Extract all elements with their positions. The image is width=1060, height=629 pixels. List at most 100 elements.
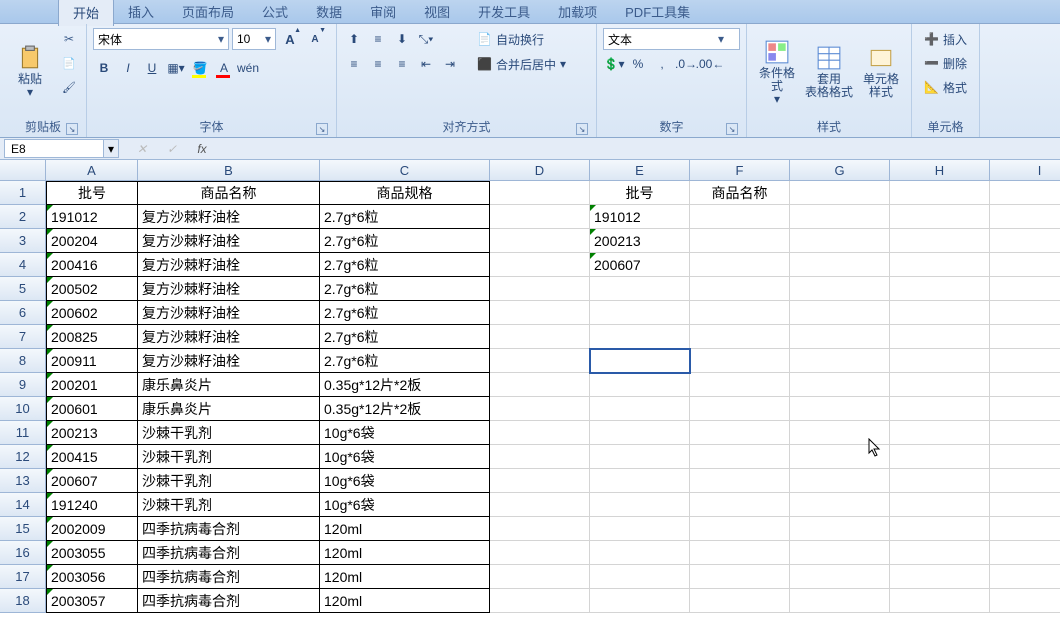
cell-A4[interactable]: 200416	[46, 253, 138, 277]
cell-E8[interactable]	[590, 349, 690, 373]
cell-D14[interactable]	[490, 493, 590, 517]
cell-E3[interactable]: 200213	[590, 229, 690, 253]
cell-C7[interactable]: 2.7g*6粒	[320, 325, 490, 349]
align-top-button[interactable]: ⬆	[343, 28, 365, 50]
cell-D1[interactable]	[490, 181, 590, 205]
paste-button[interactable]: 粘贴▾	[6, 28, 54, 116]
cell-I18[interactable]	[990, 589, 1060, 613]
cell-G13[interactable]	[790, 469, 890, 493]
cell-H5[interactable]	[890, 277, 990, 301]
cell-G4[interactable]	[790, 253, 890, 277]
fx-button[interactable]: fx	[190, 140, 214, 158]
cell-F12[interactable]	[690, 445, 790, 469]
cell-H9[interactable]	[890, 373, 990, 397]
cell-C6[interactable]: 2.7g*6粒	[320, 301, 490, 325]
cell-D6[interactable]	[490, 301, 590, 325]
cell-B11[interactable]: 沙棘干乳剂	[138, 421, 320, 445]
cell-B1[interactable]: 商品名称	[138, 181, 320, 205]
formula-input[interactable]	[220, 140, 1060, 158]
cell-B10[interactable]: 康乐鼻炎片	[138, 397, 320, 421]
select-all-corner[interactable]	[0, 160, 46, 181]
cell-A12[interactable]: 200415	[46, 445, 138, 469]
cell-B12[interactable]: 沙棘干乳剂	[138, 445, 320, 469]
delete-cells-button[interactable]: ➖删除	[918, 52, 973, 74]
cell-F10[interactable]	[690, 397, 790, 421]
cell-C17[interactable]: 120ml	[320, 565, 490, 589]
cell-A15[interactable]: 2002009	[46, 517, 138, 541]
cell-B5[interactable]: 复方沙棘籽油栓	[138, 277, 320, 301]
col-header-F[interactable]: F	[690, 160, 790, 181]
cell-A16[interactable]: 2003055	[46, 541, 138, 565]
cell-H1[interactable]	[890, 181, 990, 205]
row-header-10[interactable]: 10	[0, 397, 46, 421]
cell-E15[interactable]	[590, 517, 690, 541]
italic-button[interactable]	[117, 57, 139, 79]
row-header-13[interactable]: 13	[0, 469, 46, 493]
indent-inc-button[interactable]: ⇥	[439, 53, 461, 75]
cell-H7[interactable]	[890, 325, 990, 349]
cell-D8[interactable]	[490, 349, 590, 373]
bold-button[interactable]	[93, 57, 115, 79]
cell-G3[interactable]	[790, 229, 890, 253]
cell-A6[interactable]: 200602	[46, 301, 138, 325]
font-size-combo[interactable]: ▾	[232, 28, 276, 50]
cell-I7[interactable]	[990, 325, 1060, 349]
cell-C2[interactable]: 2.7g*6粒	[320, 205, 490, 229]
align-bottom-button[interactable]: ⬇	[391, 28, 413, 50]
cell-H13[interactable]	[890, 469, 990, 493]
cell-H10[interactable]	[890, 397, 990, 421]
cell-G17[interactable]	[790, 565, 890, 589]
spreadsheet-grid[interactable]: ABCDEFGHI 123456789101112131415161718 批号…	[0, 160, 1060, 629]
cell-E10[interactable]	[590, 397, 690, 421]
cell-A10[interactable]: 200601	[46, 397, 138, 421]
row-header-3[interactable]: 3	[0, 229, 46, 253]
cell-I11[interactable]	[990, 421, 1060, 445]
row-header-14[interactable]: 14	[0, 493, 46, 517]
cell-A1[interactable]: 批号	[46, 181, 138, 205]
number-format-combo[interactable]: ▾	[603, 28, 740, 50]
cell-H2[interactable]	[890, 205, 990, 229]
cell-B4[interactable]: 复方沙棘籽油栓	[138, 253, 320, 277]
cell-F9[interactable]	[690, 373, 790, 397]
font-size-input[interactable]	[233, 32, 261, 46]
align-middle-button[interactable]: ≡	[367, 28, 389, 50]
cell-A14[interactable]: 191240	[46, 493, 138, 517]
cell-D9[interactable]	[490, 373, 590, 397]
cell-H4[interactable]	[890, 253, 990, 277]
cell-D12[interactable]	[490, 445, 590, 469]
grow-font-button[interactable]: ▲	[279, 28, 301, 50]
cell-G1[interactable]	[790, 181, 890, 205]
name-box[interactable]: E8 ▾	[4, 139, 104, 158]
cell-D5[interactable]	[490, 277, 590, 301]
number-launcher[interactable]: ↘	[726, 123, 738, 135]
cell-A3[interactable]: 200204	[46, 229, 138, 253]
col-header-I[interactable]: I	[990, 160, 1060, 181]
cell-H12[interactable]	[890, 445, 990, 469]
cell-B6[interactable]: 复方沙棘籽油栓	[138, 301, 320, 325]
tab-数据[interactable]: 数据	[302, 0, 356, 26]
cell-G9[interactable]	[790, 373, 890, 397]
cell-C11[interactable]: 10g*6袋	[320, 421, 490, 445]
tab-公式[interactable]: 公式	[248, 0, 302, 26]
cell-E18[interactable]	[590, 589, 690, 613]
underline-button[interactable]	[141, 57, 163, 79]
tab-加载项[interactable]: 加载项	[544, 0, 611, 26]
cell-F18[interactable]	[690, 589, 790, 613]
cell-D16[interactable]	[490, 541, 590, 565]
cell-F5[interactable]	[690, 277, 790, 301]
cell-E4[interactable]: 200607	[590, 253, 690, 277]
row-header-17[interactable]: 17	[0, 565, 46, 589]
cell-I12[interactable]	[990, 445, 1060, 469]
cell-C9[interactable]: 0.35g*12片*2板	[320, 373, 490, 397]
tab-页面布局[interactable]: 页面布局	[168, 0, 248, 26]
border-button[interactable]: ▦▾	[165, 57, 187, 79]
cell-C18[interactable]: 120ml	[320, 589, 490, 613]
tab-审阅[interactable]: 审阅	[356, 0, 410, 26]
row-header-6[interactable]: 6	[0, 301, 46, 325]
cell-G15[interactable]	[790, 517, 890, 541]
cell-E2[interactable]: 191012	[590, 205, 690, 229]
conditional-format-button[interactable]: 条件格式▾	[753, 28, 801, 116]
tab-开始[interactable]: 开始	[58, 0, 114, 26]
row-header-9[interactable]: 9	[0, 373, 46, 397]
cell-F8[interactable]	[690, 349, 790, 373]
